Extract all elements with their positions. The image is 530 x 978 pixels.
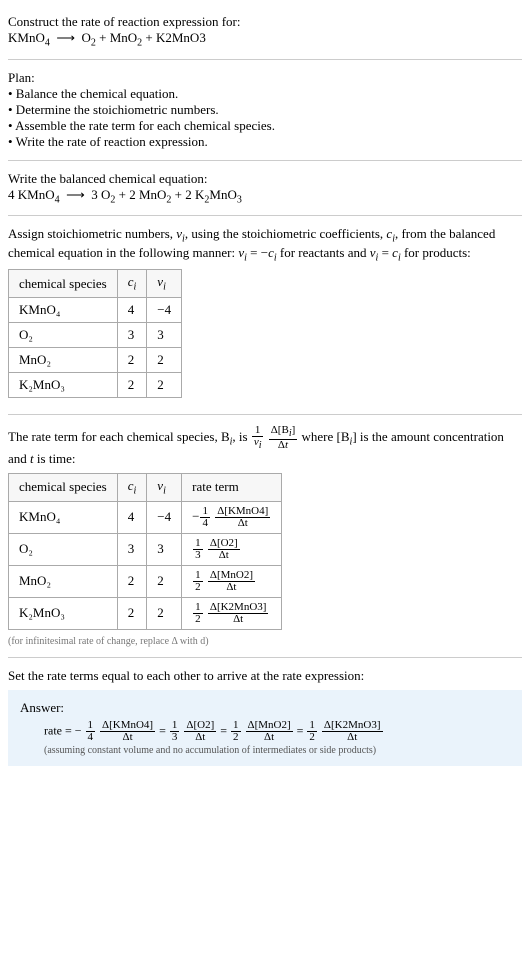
- plan-bullet-3: • Assemble the rate term for each chemic…: [8, 118, 522, 134]
- eq1: = −: [247, 245, 268, 260]
- stoich-table: chemical species ci νi KMnO₄4−4 O₂33 MnO…: [8, 269, 182, 398]
- assign-section: Assign stoichiometric numbers, νi , using…: [8, 220, 522, 410]
- table-row: MnO₂ 2 2 12 Δ[MnO2]Δt: [9, 565, 282, 597]
- th-ci: ci: [117, 474, 147, 502]
- unbalanced-equation: KMnO4 ⟶ O2 + MnO2 + K2MnO3: [8, 30, 522, 49]
- bal-kmno4: 4 KMnO: [8, 187, 55, 202]
- assign-text-2: , using the stoichiometric coefficients,: [185, 226, 387, 241]
- reactant: KMnO: [8, 30, 45, 45]
- balanced-heading: Write the balanced chemical equation:: [8, 171, 522, 187]
- table-row: K₂MnO₃22: [9, 372, 182, 397]
- divider: [8, 160, 522, 161]
- th-ci: ci: [117, 270, 147, 298]
- answer-box: Answer: rate = − 14 Δ[KMnO4]Δt = 13 Δ[O2…: [8, 690, 522, 766]
- table-header-row: chemical species ci νi: [9, 270, 182, 298]
- rate-expression: rate = − 14 Δ[KMnO4]Δt = 13 Δ[O2]Δt = 12…: [44, 720, 510, 743]
- plus-k2mno3: + K2MnO3: [145, 30, 205, 45]
- plan-bullet-4: • Write the rate of reaction expression.: [8, 134, 522, 150]
- sub2: 2: [91, 38, 96, 49]
- th-species: chemical species: [9, 474, 118, 502]
- rateterm-text-5: is time:: [34, 451, 76, 466]
- arrow-icon: ⟶: [66, 187, 85, 203]
- th-rate: rate term: [182, 474, 282, 502]
- table-row: MnO₂22: [9, 347, 182, 372]
- set-equal-text: Set the rate terms equal to each other t…: [8, 668, 522, 684]
- th-nui: νi: [147, 474, 182, 502]
- answer-label: Answer:: [20, 700, 510, 716]
- divider: [8, 657, 522, 658]
- sub2b: 2: [137, 38, 142, 49]
- plan-bullet-2: • Determine the stoichiometric numbers.: [8, 102, 522, 118]
- th-species: chemical species: [9, 270, 118, 298]
- plus-mno2: + MnO: [99, 30, 137, 45]
- table-row: K₂MnO₃ 2 2 12 Δ[K2MnO3]Δt: [9, 597, 282, 629]
- divider: [8, 215, 522, 216]
- frac-1-nu: 1νi: [252, 425, 264, 451]
- rateterm-text-3: where [B: [302, 429, 350, 444]
- rate-table: chemical species ci νi rate term KMnO₄ 4…: [8, 473, 282, 630]
- frac-dB-dt: Δ[Bi]Δt: [269, 425, 298, 451]
- table-row: KMnO₄ 4 −4 −14 Δ[KMnO4]Δt: [9, 501, 282, 533]
- infinitesimal-note: (for infinitesimal rate of change, repla…: [8, 636, 522, 647]
- bal-o2: 3 O: [91, 187, 110, 202]
- bal-k2: + 2 K: [175, 187, 205, 202]
- rateterm-section: The rate term for each chemical species,…: [8, 419, 522, 653]
- plan: Plan: • Balance the chemical equation. •…: [8, 64, 522, 156]
- assign-text-1: Assign stoichiometric numbers,: [8, 226, 176, 241]
- balanced-section: Write the balanced chemical equation: 4 …: [8, 165, 522, 212]
- balanced-equation: 4 KMnO4 ⟶ 3 O2 + 2 MnO2 + 2 K2MnO3: [8, 187, 522, 206]
- rateterm-text-1: The rate term for each chemical species,…: [8, 429, 230, 444]
- table-row: O₂ 3 3 13 Δ[O2]Δt: [9, 533, 282, 565]
- set-equal-section: Set the rate terms equal to each other t…: [8, 662, 522, 772]
- divider: [8, 414, 522, 415]
- arrow-icon: ⟶: [56, 30, 75, 46]
- bal-mno3: MnO: [209, 187, 236, 202]
- answer-note: (assuming constant volume and no accumul…: [44, 745, 510, 756]
- product-o2: O: [81, 30, 90, 45]
- plan-bullet-1: • Balance the chemical equation.: [8, 86, 522, 102]
- table-row: O₂33: [9, 322, 182, 347]
- table-header-row: chemical species ci νi rate term: [9, 474, 282, 502]
- plan-heading: Plan:: [8, 70, 522, 86]
- intro-title: Construct the rate of reaction expressio…: [8, 14, 522, 30]
- sub4: 4: [45, 38, 50, 49]
- rateterm-text-2: , is: [232, 429, 250, 444]
- divider: [8, 59, 522, 60]
- rate-prefix: rate = −: [44, 723, 82, 737]
- bal-mno2: + 2 MnO: [119, 187, 167, 202]
- assign-text-4: for reactants and: [277, 245, 370, 260]
- th-nui: νi: [147, 270, 182, 298]
- table-row: KMnO₄4−4: [9, 297, 182, 322]
- intro: Construct the rate of reaction expressio…: [8, 8, 522, 55]
- eq2: =: [378, 245, 392, 260]
- assign-text-5: for products:: [401, 245, 471, 260]
